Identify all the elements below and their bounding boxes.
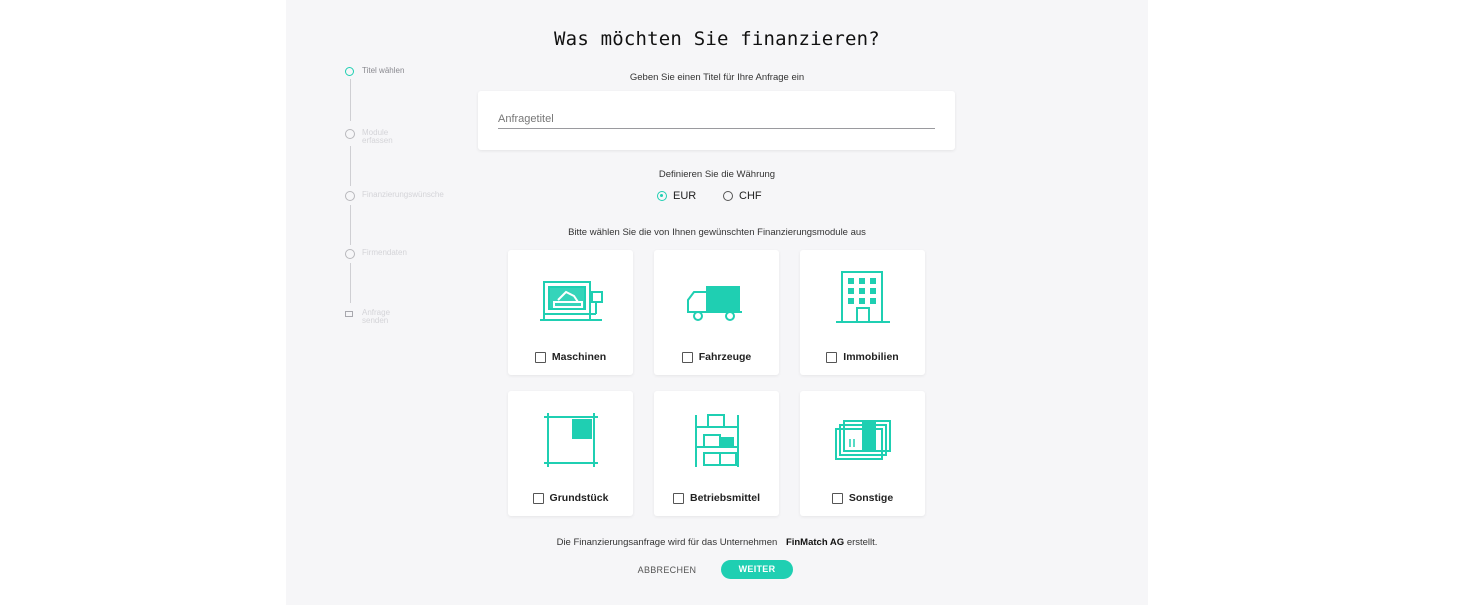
checkbox-icon: [672, 492, 684, 504]
currency-chf-radio[interactable]: CHF: [723, 189, 762, 203]
step-financing[interactable]: Finanzierungswünsche: [342, 187, 502, 207]
step-circle-icon: [345, 249, 355, 259]
company-name: FinMatch AG: [785, 537, 845, 548]
title-prompt: Geben Sie einen Titel für Ihre Anfrage e…: [629, 72, 805, 83]
radio-empty-icon: [723, 191, 733, 201]
title-input[interactable]: [498, 109, 935, 129]
step-label: Finanzierungswünsche: [362, 190, 444, 199]
main-panel: Was möchten Sie finanzieren? Titel wähle…: [286, 0, 1148, 605]
title-card: [478, 91, 955, 150]
truck-icon: [654, 268, 779, 338]
note-text: Die Finanzierungsanfrage wird für das Un…: [556, 537, 778, 548]
module-checkbox[interactable]: Maschinen: [508, 351, 633, 363]
cards-icon: [800, 409, 925, 479]
module-label: Maschinen: [551, 351, 607, 363]
company-note: Die Finanzierungsanfrage wird für das Un…: [286, 537, 1148, 548]
module-card-sonstige[interactable]: Sonstige: [800, 391, 925, 516]
radio-label: CHF: [739, 190, 762, 202]
stepper-connector: [350, 263, 351, 303]
module-label: Immobilien: [843, 351, 899, 363]
module-label: Grundstück: [549, 492, 609, 504]
land-plot-icon: [508, 409, 633, 479]
step-label: Module erfassen: [362, 128, 393, 145]
module-checkbox[interactable]: Immobilien: [800, 351, 925, 363]
currency-eur-radio[interactable]: EUR: [657, 189, 696, 203]
module-card-maschinen[interactable]: Maschinen: [508, 250, 633, 375]
page-title: Was möchten Sie finanzieren?: [554, 28, 880, 50]
step-send[interactable]: Anfrage senden: [342, 305, 502, 325]
module-checkbox[interactable]: Sonstige: [800, 492, 925, 504]
stepper-connector: [350, 79, 351, 121]
module-card-fahrzeuge[interactable]: Fahrzeuge: [654, 250, 779, 375]
module-card-grundstueck[interactable]: Grundstück: [508, 391, 633, 516]
checkbox-icon: [532, 492, 544, 504]
building-icon: [800, 268, 925, 338]
radio-selected-icon: [657, 191, 667, 201]
checkbox-icon: [831, 492, 843, 504]
step-company[interactable]: Firmendaten: [342, 245, 502, 265]
module-checkbox[interactable]: Grundstück: [508, 492, 633, 504]
checkbox-icon: [534, 351, 546, 363]
module-checkbox[interactable]: Fahrzeuge: [654, 351, 779, 363]
currency-prompt: Definieren Sie die Währung: [658, 169, 776, 180]
next-button[interactable]: WEITER: [721, 560, 793, 579]
cancel-button[interactable]: ABBRECHEN: [635, 561, 699, 579]
note-end: erstellt.: [846, 537, 878, 548]
envelope-icon: [345, 311, 353, 317]
stepper-connector: [350, 205, 351, 245]
checkbox-icon: [826, 351, 838, 363]
module-card-betriebsmittel[interactable]: Betriebsmittel: [654, 391, 779, 516]
module-label: Fahrzeuge: [698, 351, 752, 363]
module-label: Betriebsmittel: [689, 492, 761, 504]
stepper-connector: [350, 146, 351, 186]
step-circle-icon: [345, 129, 355, 139]
checkbox-icon: [681, 351, 693, 363]
module-card-immobilien[interactable]: Immobilien: [800, 250, 925, 375]
modules-prompt: Bitte wählen Sie die von Ihnen gewünscht…: [568, 227, 866, 238]
step-circle-icon: [345, 191, 355, 201]
shelf-icon: [654, 409, 779, 479]
step-label: Firmendaten: [362, 248, 407, 257]
module-label: Sonstige: [848, 492, 894, 504]
machine-icon: [508, 268, 633, 338]
step-label: Anfrage senden: [362, 308, 391, 325]
module-checkbox[interactable]: Betriebsmittel: [654, 492, 779, 504]
radio-label: EUR: [673, 190, 697, 202]
